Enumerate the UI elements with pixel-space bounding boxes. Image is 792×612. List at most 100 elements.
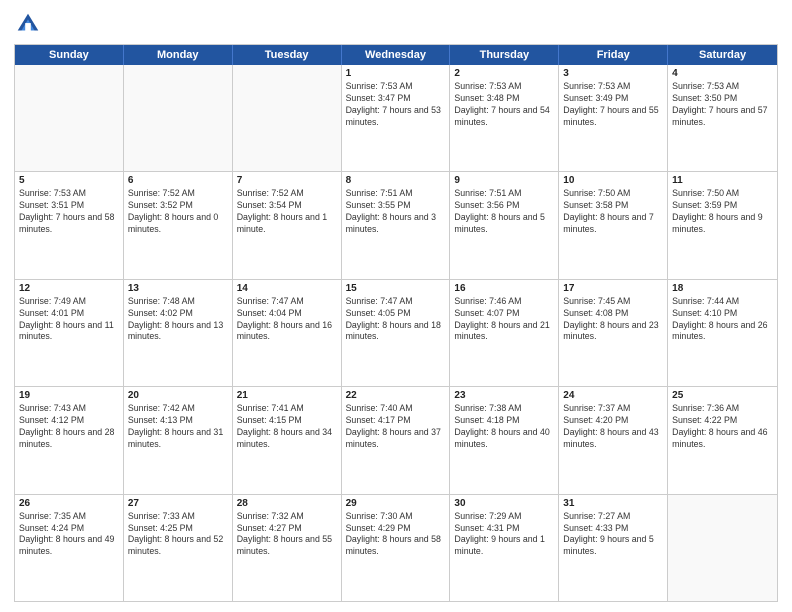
cell-text: Sunrise: 7:35 AM Sunset: 4:24 PM Dayligh… [19,511,119,559]
header-day-friday: Friday [559,45,668,65]
cell-text: Sunrise: 7:53 AM Sunset: 3:50 PM Dayligh… [672,81,773,129]
day-number: 11 [672,175,773,186]
calendar: SundayMondayTuesdayWednesdayThursdayFrid… [14,44,778,602]
day-number: 12 [19,283,119,294]
calendar-row-3: 19Sunrise: 7:43 AM Sunset: 4:12 PM Dayli… [15,386,777,493]
logo-icon [14,10,42,38]
calendar-cell-21: 21Sunrise: 7:41 AM Sunset: 4:15 PM Dayli… [233,387,342,493]
calendar-cell-3: 3 Sunrise: 7:53 AM Sunset: 3:49 PM Daylig… [559,65,668,171]
calendar-header: SundayMondayTuesdayWednesdayThursdayFrid… [15,45,777,65]
cell-text: Sunrise: 7:52 AM Sunset: 3:52 PM Dayligh… [128,188,228,236]
calendar-cell-16: 16 Sunrise: 7:46 AM Sunset: 4:07 PM Dayli… [450,280,559,386]
day-number: 31 [563,498,663,509]
calendar-cell-14: 14Sunrise: 7:47 AM Sunset: 4:04 PM Dayli… [233,280,342,386]
logo [14,10,46,38]
calendar-body: 1Sunrise: 7:53 AM Sunset: 3:47 PM Daylig… [15,65,777,601]
cell-text: Sunrise: 7:51 AM Sunset: 3:55 PM Dayligh… [346,188,446,236]
calendar-cell-23: 23Sunrise: 7:38 AM Sunset: 4:18 PM Dayli… [450,387,559,493]
cell-text: Sunrise: 7:52 AM Sunset: 3:54 PM Dayligh… [237,188,337,236]
calendar-cell-2: 2 Sunrise: 7:53 AM Sunset: 3:48 PM Daylig… [450,65,559,171]
day-number: 1 [346,68,446,79]
cell-text: Sunrise: 7:29 AM Sunset: 4:31 PM Dayligh… [454,511,554,559]
header-day-thursday: Thursday [450,45,559,65]
cell-text: Sunrise: 7:36 AM Sunset: 4:22 PM Dayligh… [672,403,773,451]
calendar-cell-7: 7Sunrise: 7:52 AM Sunset: 3:54 PM Daylig… [233,172,342,278]
cell-text: Sunrise: 7:53 AM Sunset: 3:51 PM Dayligh… [19,188,119,236]
calendar-cell-15: 15 Sunrise: 7:47 AM Sunset: 4:05 PM Dayli… [342,280,451,386]
cell-text: Sunrise: 7:42 AM Sunset: 4:13 PM Dayligh… [128,403,228,451]
day-number: 3 [563,68,663,79]
day-number: 5 [19,175,119,186]
day-number: 8 [346,175,446,186]
day-number: 20 [128,390,228,401]
day-number: 16 [454,283,554,294]
calendar-cell-12: 12 Sunrise: 7:49 AM Sunset: 4:01 PM Dayli… [15,280,124,386]
header-day-monday: Monday [124,45,233,65]
day-number: 26 [19,498,119,509]
calendar-cell-26: 26 Sunrise: 7:35 AM Sunset: 4:24 PM Dayli… [15,495,124,601]
cell-text: Sunrise: 7:47 AM Sunset: 4:05 PM Dayligh… [346,296,446,344]
cell-text: Sunrise: 7:33 AM Sunset: 4:25 PM Dayligh… [128,511,228,559]
day-number: 27 [128,498,228,509]
header [14,10,778,38]
header-day-wednesday: Wednesday [342,45,451,65]
calendar-cell-empty-0-2 [233,65,342,171]
header-day-saturday: Saturday [668,45,777,65]
day-number: 24 [563,390,663,401]
day-number: 28 [237,498,337,509]
calendar-cell-10: 10Sunrise: 7:50 AM Sunset: 3:58 PM Dayli… [559,172,668,278]
calendar-cell-13: 13 Sunrise: 7:48 AM Sunset: 4:02 PM Dayli… [124,280,233,386]
day-number: 21 [237,390,337,401]
cell-text: Sunrise: 7:51 AM Sunset: 3:56 PM Dayligh… [454,188,554,236]
calendar-cell-27: 27 Sunrise: 7:33 AM Sunset: 4:25 PM Dayli… [124,495,233,601]
calendar-row-4: 26 Sunrise: 7:35 AM Sunset: 4:24 PM Dayli… [15,494,777,601]
header-day-tuesday: Tuesday [233,45,342,65]
day-number: 15 [346,283,446,294]
day-number: 22 [346,390,446,401]
cell-text: Sunrise: 7:49 AM Sunset: 4:01 PM Dayligh… [19,296,119,344]
calendar-cell-8: 8 Sunrise: 7:51 AM Sunset: 3:55 PM Daylig… [342,172,451,278]
calendar-row-2: 12 Sunrise: 7:49 AM Sunset: 4:01 PM Dayli… [15,279,777,386]
day-number: 25 [672,390,773,401]
calendar-cell-17: 17 Sunrise: 7:45 AM Sunset: 4:08 PM Dayli… [559,280,668,386]
cell-text: Sunrise: 7:53 AM Sunset: 3:49 PM Dayligh… [563,81,663,129]
calendar-cell-4: 4 Sunrise: 7:53 AM Sunset: 3:50 PM Daylig… [668,65,777,171]
calendar-cell-1: 1Sunrise: 7:53 AM Sunset: 3:47 PM Daylig… [342,65,451,171]
cell-text: Sunrise: 7:40 AM Sunset: 4:17 PM Dayligh… [346,403,446,451]
cell-text: Sunrise: 7:32 AM Sunset: 4:27 PM Dayligh… [237,511,337,559]
calendar-cell-18: 18Sunrise: 7:44 AM Sunset: 4:10 PM Dayli… [668,280,777,386]
cell-text: Sunrise: 7:46 AM Sunset: 4:07 PM Dayligh… [454,296,554,344]
page: SundayMondayTuesdayWednesdayThursdayFrid… [0,0,792,612]
day-number: 29 [346,498,446,509]
cell-text: Sunrise: 7:43 AM Sunset: 4:12 PM Dayligh… [19,403,119,451]
header-day-sunday: Sunday [15,45,124,65]
cell-text: Sunrise: 7:53 AM Sunset: 3:48 PM Dayligh… [454,81,554,129]
day-number: 13 [128,283,228,294]
calendar-cell-6: 6Sunrise: 7:52 AM Sunset: 3:52 PM Daylig… [124,172,233,278]
day-number: 17 [563,283,663,294]
cell-text: Sunrise: 7:27 AM Sunset: 4:33 PM Dayligh… [563,511,663,559]
day-number: 4 [672,68,773,79]
cell-text: Sunrise: 7:30 AM Sunset: 4:29 PM Dayligh… [346,511,446,559]
cell-text: Sunrise: 7:50 AM Sunset: 3:59 PM Dayligh… [672,188,773,236]
calendar-cell-19: 19Sunrise: 7:43 AM Sunset: 4:12 PM Dayli… [15,387,124,493]
calendar-row-1: 5 Sunrise: 7:53 AM Sunset: 3:51 PM Daylig… [15,171,777,278]
cell-text: Sunrise: 7:45 AM Sunset: 4:08 PM Dayligh… [563,296,663,344]
calendar-cell-5: 5 Sunrise: 7:53 AM Sunset: 3:51 PM Daylig… [15,172,124,278]
calendar-cell-empty-4-6 [668,495,777,601]
day-number: 9 [454,175,554,186]
calendar-cell-29: 29 Sunrise: 7:30 AM Sunset: 4:29 PM Dayli… [342,495,451,601]
calendar-cell-28: 28 Sunrise: 7:32 AM Sunset: 4:27 PM Dayli… [233,495,342,601]
calendar-row-0: 1Sunrise: 7:53 AM Sunset: 3:47 PM Daylig… [15,65,777,171]
day-number: 2 [454,68,554,79]
cell-text: Sunrise: 7:47 AM Sunset: 4:04 PM Dayligh… [237,296,337,344]
cell-text: Sunrise: 7:44 AM Sunset: 4:10 PM Dayligh… [672,296,773,344]
calendar-cell-empty-0-0 [15,65,124,171]
cell-text: Sunrise: 7:48 AM Sunset: 4:02 PM Dayligh… [128,296,228,344]
cell-text: Sunrise: 7:38 AM Sunset: 4:18 PM Dayligh… [454,403,554,451]
calendar-cell-20: 20 Sunrise: 7:42 AM Sunset: 4:13 PM Dayli… [124,387,233,493]
calendar-cell-25: 25 Sunrise: 7:36 AM Sunset: 4:22 PM Dayli… [668,387,777,493]
calendar-cell-22: 22 Sunrise: 7:40 AM Sunset: 4:17 PM Dayli… [342,387,451,493]
day-number: 10 [563,175,663,186]
calendar-cell-11: 11 Sunrise: 7:50 AM Sunset: 3:59 PM Dayli… [668,172,777,278]
